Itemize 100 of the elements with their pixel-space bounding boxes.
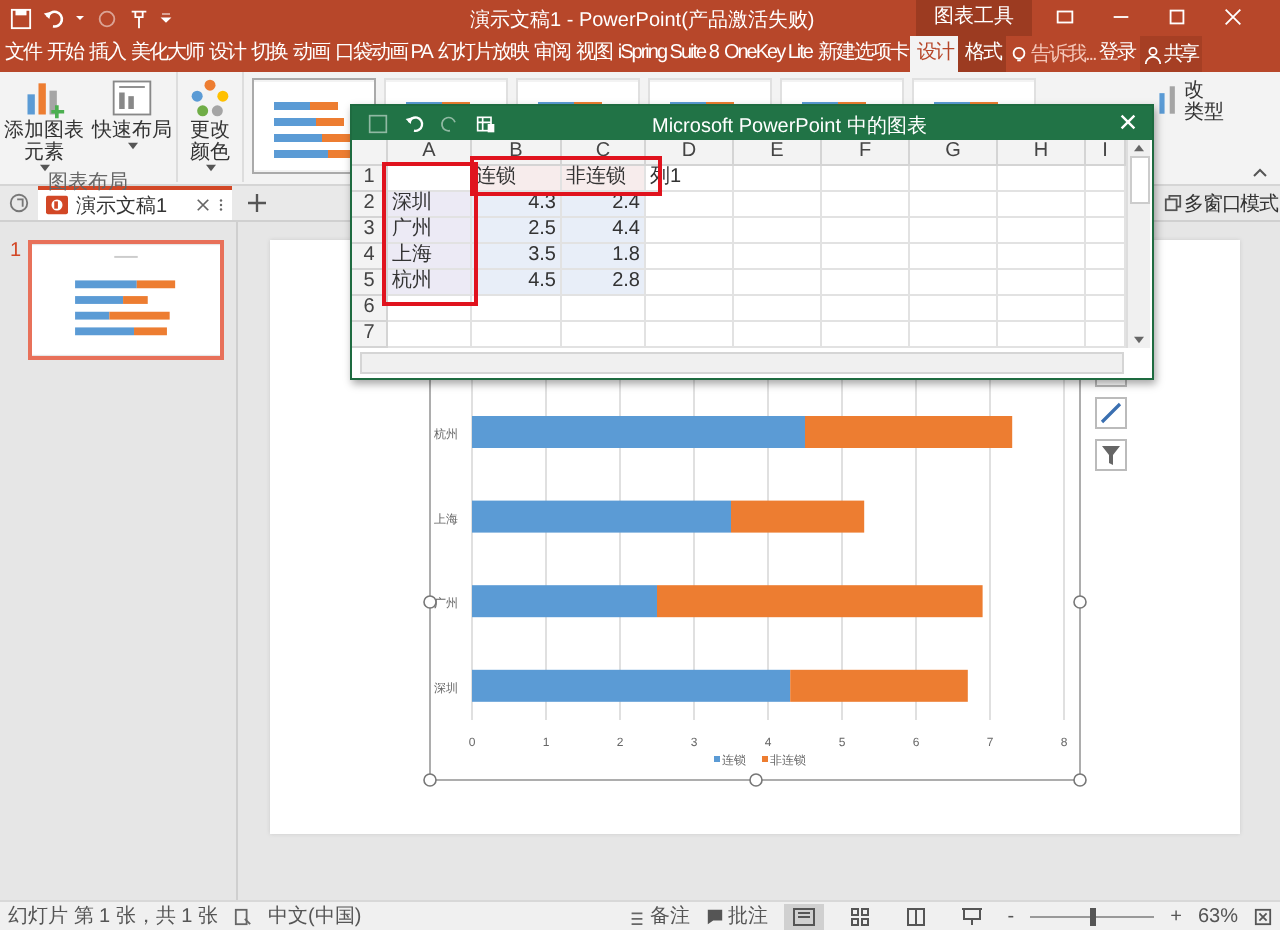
ribbon-tab[interactable]: 审阅: [530, 36, 573, 72]
chart-styles-button[interactable]: [1095, 397, 1127, 429]
ribbon-button-label[interactable]: 改: [1184, 80, 1224, 102]
table-cell: [822, 166, 910, 192]
ribbon-tab[interactable]: OneKey Lite: [720, 36, 815, 72]
accessibility-icon[interactable]: [234, 907, 253, 925]
comments-button[interactable]: 批注: [705, 902, 768, 930]
close-icon[interactable]: [195, 198, 210, 212]
ribbon-tab[interactable]: 口袋动画 PA: [332, 36, 435, 72]
table-cell: [734, 296, 822, 322]
table-cell: [910, 270, 998, 296]
select-all-cell[interactable]: [352, 140, 388, 166]
table-cell: 连锁: [472, 166, 562, 192]
ribbon-button[interactable]: 快速布局: [88, 72, 176, 172]
normal-view-icon[interactable]: [783, 903, 824, 929]
table-cell: 4.4: [562, 218, 646, 244]
ribbon-button-label[interactable]: 类型: [1184, 102, 1224, 124]
ribbon-tab[interactable]: 开始: [44, 36, 86, 72]
ribbon-tab[interactable]: 设计: [910, 36, 959, 72]
table-cell: [562, 296, 646, 322]
table-cell: [734, 166, 822, 192]
table-cell: 上海: [388, 244, 472, 270]
table-cell: 3.5: [472, 244, 562, 270]
more-icon[interactable]: [217, 196, 224, 214]
ribbon-tab[interactable]: 动画: [290, 36, 332, 72]
file-icon[interactable]: [8, 192, 30, 214]
sign-in-link[interactable]: 登录: [1095, 36, 1138, 72]
ribbon-tab[interactable]: 美化大师: [128, 36, 206, 72]
multi-window-button[interactable]: 多窗口模式: [1163, 189, 1278, 217]
collapse-ribbon-icon[interactable]: [1252, 166, 1268, 178]
ribbon-tab[interactable]: 插入: [86, 36, 128, 72]
table-cell: [998, 218, 1086, 244]
table-cell: [822, 322, 910, 348]
slider-thumb[interactable]: [1090, 907, 1097, 925]
column-header[interactable]: D: [646, 140, 734, 166]
save-icon[interactable]: [10, 7, 32, 29]
ribbon-tab[interactable]: 幻灯片放映: [434, 36, 531, 72]
table-cell: [910, 296, 998, 322]
table-cell: [998, 296, 1086, 322]
caret-icon[interactable]: [74, 12, 86, 24]
save-icon[interactable]: [368, 113, 388, 133]
ribbon-button[interactable]: 添加图表元素: [0, 72, 88, 172]
table-cell: 1.8: [562, 244, 646, 270]
language-indicator[interactable]: 中文(中国): [268, 902, 362, 930]
ribbon-tab[interactable]: 格式: [958, 36, 1007, 72]
fit-slide-icon[interactable]: [1254, 907, 1272, 925]
undo-icon[interactable]: [42, 7, 64, 29]
table-cell: [822, 218, 910, 244]
column-header[interactable]: I: [1086, 140, 1126, 166]
table-cell: 2.8: [562, 270, 646, 296]
table-cell: [822, 244, 910, 270]
ribbon-tab[interactable]: iSpring Suite 8: [614, 36, 721, 72]
add-tab-icon[interactable]: [247, 194, 266, 212]
ribbon-button[interactable]: 更改颜色: [178, 72, 244, 182]
zoom-level[interactable]: 63%: [1197, 905, 1238, 927]
ribbon-tab[interactable]: 视图: [572, 36, 615, 72]
chart-type-icon[interactable]: [1156, 80, 1180, 120]
redo-icon[interactable]: [440, 113, 460, 133]
table-cell: [998, 192, 1086, 218]
undo-icon[interactable]: [404, 113, 424, 133]
table-cell: [822, 270, 910, 296]
ribbon-display-icon[interactable]: [1054, 6, 1076, 28]
column-header[interactable]: H: [998, 140, 1086, 166]
column-header[interactable]: F: [822, 140, 910, 166]
touch-mode-icon[interactable]: [128, 7, 150, 29]
table-cell: [646, 322, 734, 348]
scroll-up-icon[interactable]: [1134, 144, 1144, 152]
zoom-out-button[interactable]: -: [1007, 905, 1015, 927]
palette-icon: [188, 76, 232, 120]
chart-filter-button[interactable]: [1095, 439, 1127, 471]
ribbon-tab[interactable]: 文件: [2, 36, 44, 72]
powerpoint-icon: [46, 194, 68, 216]
table-cell: [562, 322, 646, 348]
scrollbar-thumb[interactable]: [1129, 156, 1149, 204]
column-header[interactable]: E: [734, 140, 822, 166]
window-title: Microsoft PowerPoint 中的图表: [652, 113, 927, 140]
table-cell: [472, 296, 562, 322]
row-header[interactable]: 6: [352, 296, 388, 322]
resize-handle[interactable]: [423, 773, 437, 787]
notes-button[interactable]: 备注: [627, 902, 690, 930]
row-header[interactable]: 7: [352, 322, 388, 348]
maximize-icon[interactable]: [1166, 6, 1188, 28]
caret-icon: [205, 164, 215, 172]
table-cell: [734, 270, 822, 296]
vertical-scrollbar[interactable]: [1126, 140, 1150, 348]
edit-data-icon[interactable]: [476, 113, 496, 133]
horizontal-scrollbar[interactable]: [360, 352, 1124, 374]
resize-handle[interactable]: [423, 595, 437, 609]
scroll-down-icon[interactable]: [1134, 336, 1144, 344]
ribbon-tab[interactable]: 切换: [248, 36, 290, 72]
resize-handle[interactable]: [1073, 773, 1087, 787]
slide-thumbnail[interactable]: [27, 240, 224, 360]
share-button[interactable]: 共享: [1139, 36, 1202, 72]
resize-handle[interactable]: [749, 773, 763, 787]
column-header[interactable]: G: [910, 140, 998, 166]
zoom-in-button[interactable]: +: [1170, 905, 1182, 927]
customize-icon[interactable]: [160, 12, 172, 24]
ribbon-tab[interactable]: 设计: [206, 36, 248, 72]
ribbon-tab[interactable]: 新建选项卡: [814, 36, 911, 72]
resize-handle[interactable]: [1073, 595, 1087, 609]
